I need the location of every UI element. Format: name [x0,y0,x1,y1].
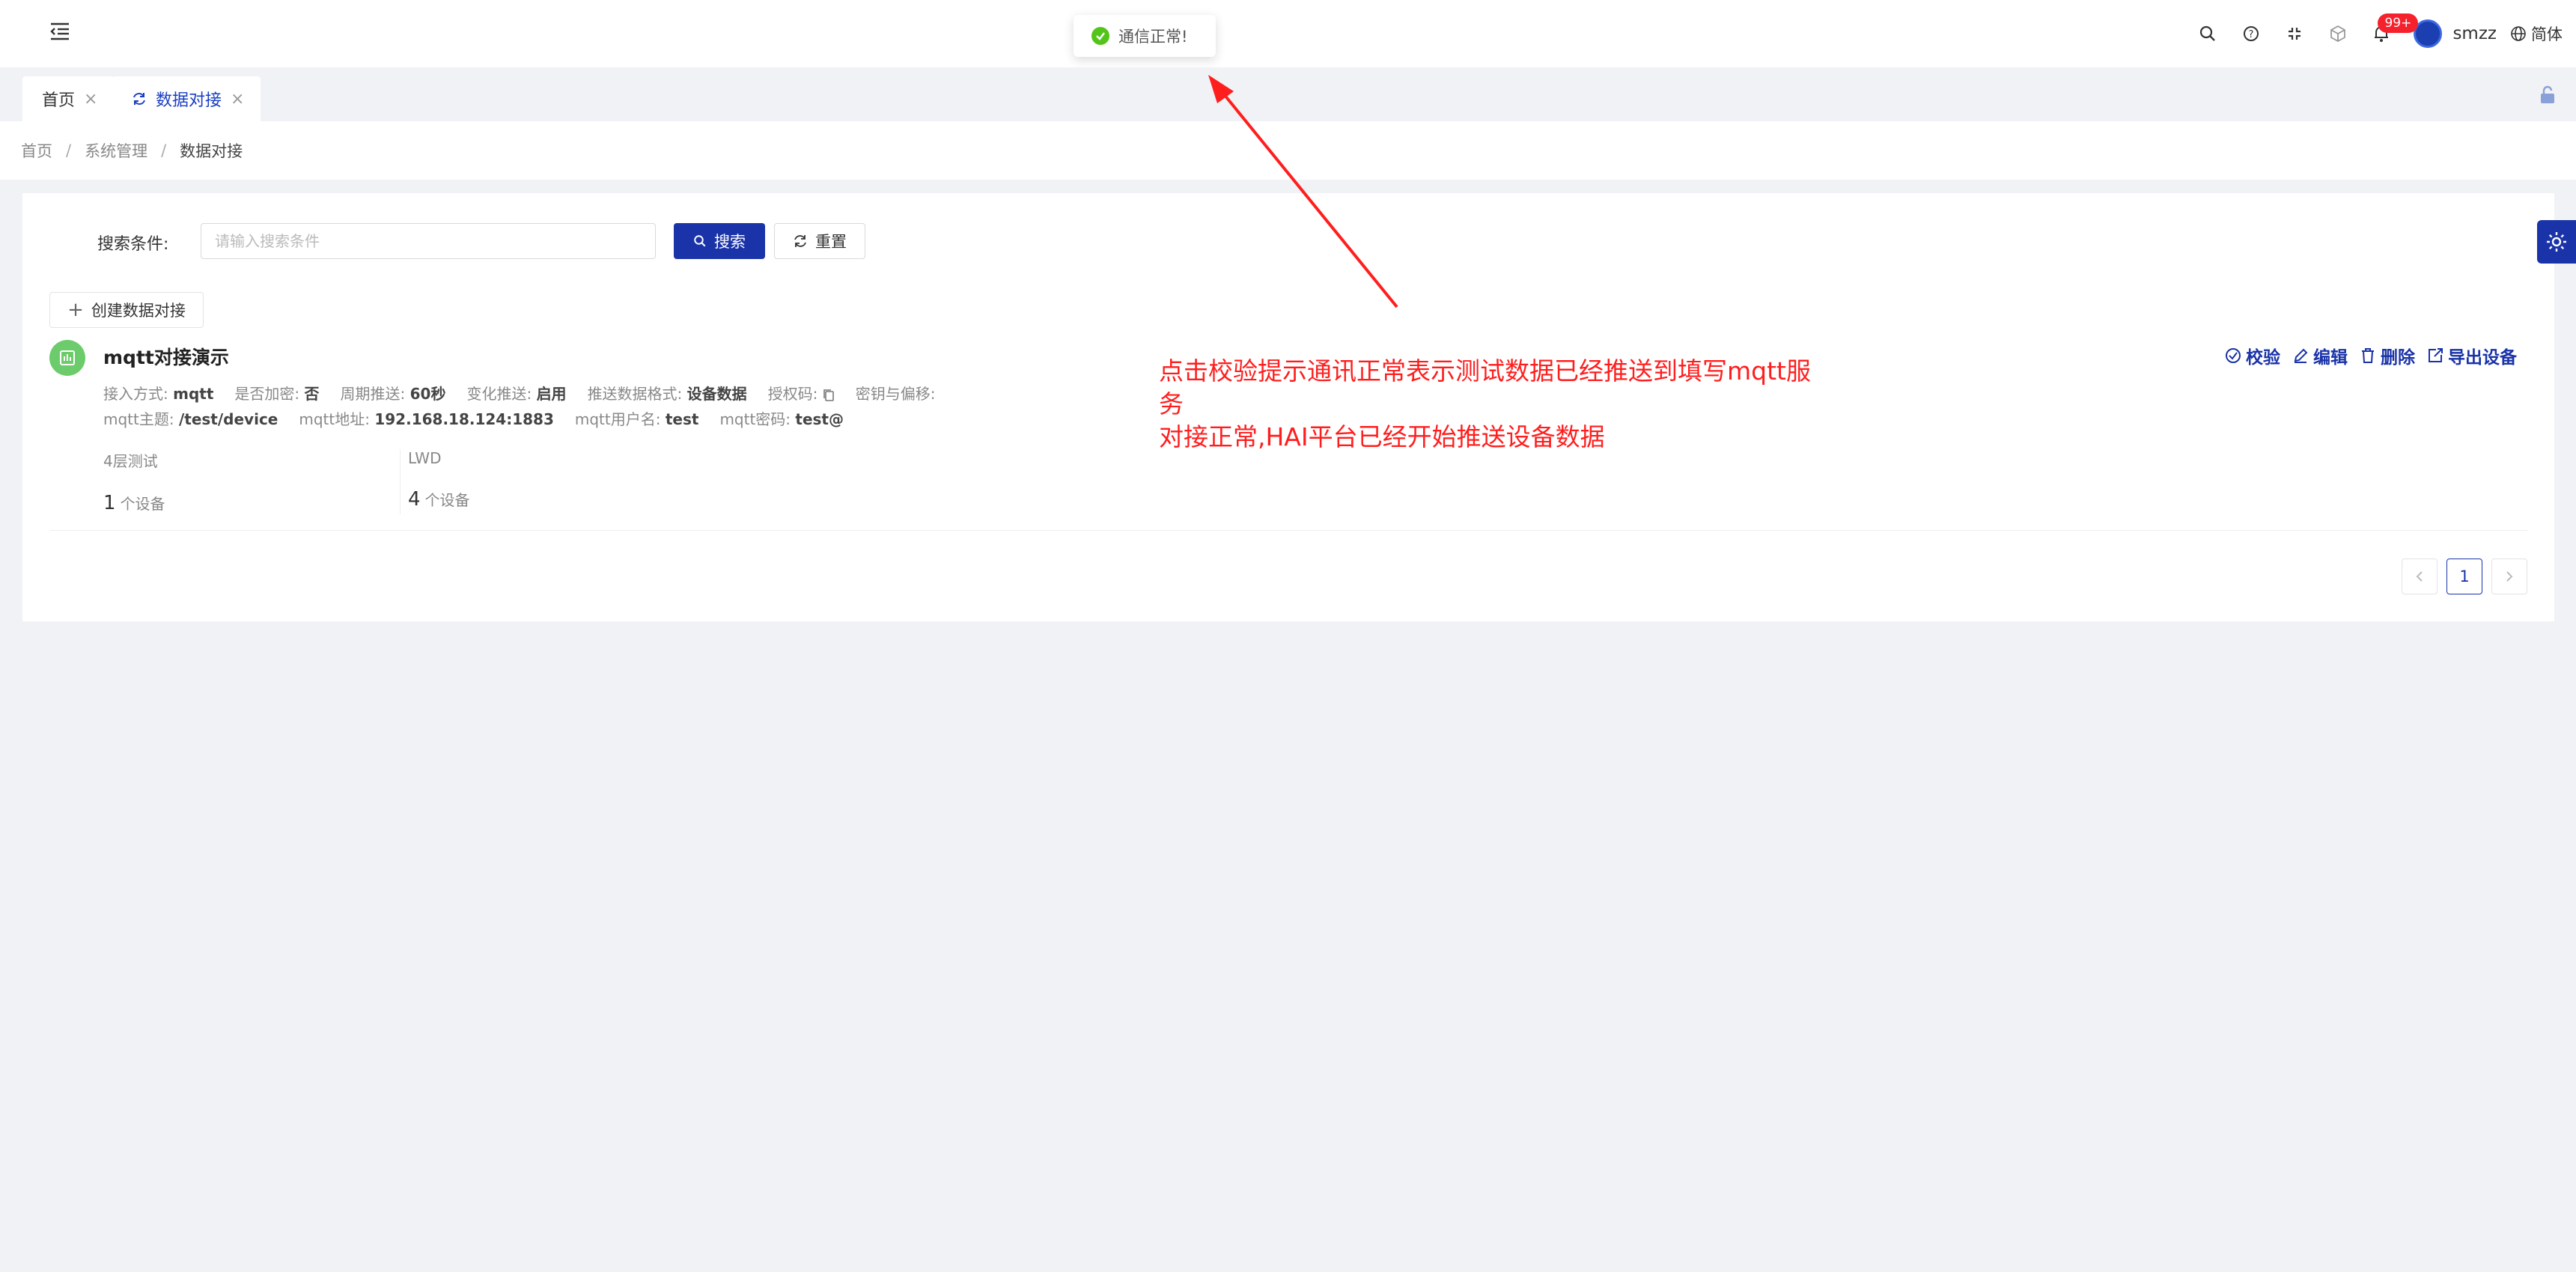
meta-mqtt-username: mqtt用户名: test [574,410,699,428]
success-toast: 通信正常! [1074,15,1216,57]
device-group[interactable]: LWD 4 个设备 [400,449,696,514]
breadcrumb: 首页 / 系统管理 / 数据对接 [0,121,2576,180]
breadcrumb-separator: / [161,141,167,159]
header-toolbar: ? 99+ smzz 简体 [2186,0,2563,67]
search-button-label: 搜索 [714,233,746,251]
language-label: 简体 [2531,25,2563,43]
meta-period-push: 周期推送: 60秒 [340,385,446,403]
username: smzz [2452,24,2497,43]
breadcrumb-current: 数据对接 [180,142,243,160]
annotation-text: 点击校验提示通讯正常表示测试数据已经推送到填写mqtt服务 对接正常,HAI平台… [1159,355,1833,454]
meta-row: 接入方式: mqtt 是否加密: 否 周期推送: 60秒 变化推送: 启用 推送… [103,382,936,404]
plus-icon: + [67,299,84,321]
meta-encryption: 是否加密: 否 [234,385,320,403]
device-groups: 4层测试 1 个设备 LWD 4 个设备 [103,449,696,514]
close-icon[interactable]: × [231,90,244,109]
annotation-line: 点击校验提示通讯正常表示测试数据已经推送到填写mqtt服务 [1159,356,1811,419]
edit-button[interactable]: 编辑 [2292,343,2348,368]
language-switcher[interactable]: 简体 [2510,22,2563,45]
group-count: 1 个设备 [103,492,165,514]
user-menu[interactable]: smzz [2414,19,2497,48]
export-icon [2429,348,2443,362]
export-devices-button[interactable]: 导出设备 [2427,343,2517,368]
reset-button-label: 重置 [815,233,847,251]
group-count: 4 个设备 [408,488,470,511]
search-icon[interactable] [2186,12,2229,55]
meta-mqtt-address: mqtt地址: 192.168.18.124:1883 [299,410,554,428]
copy-icon[interactable] [823,389,835,402]
delete-label: 删除 [2381,348,2415,368]
verify-button[interactable]: 校验 [2225,343,2280,368]
search-label: 搜索条件: [97,235,169,254]
create-button-label: 创建数据对接 [91,302,186,320]
meta-access-method: 接入方式: mqtt [103,385,214,403]
integration-icon [49,340,85,376]
meta-auth-code: 授权码: [768,382,835,404]
close-icon[interactable]: × [84,90,97,109]
check-circle-icon [1091,27,1109,45]
settings-button[interactable] [2537,220,2576,264]
device-group[interactable]: 4层测试 1 个设备 [103,449,400,514]
notification-bell[interactable]: 99+ [2360,12,2419,55]
integration-title[interactable]: mqtt对接演示 [103,343,229,370]
tabs-bar: 首页 × 数据对接 × [0,67,2576,121]
refresh-icon [133,93,145,105]
refresh-icon [794,235,806,247]
search-button[interactable]: 搜索 [674,223,765,259]
group-name: 4层测试 [103,452,158,470]
delete-button[interactable]: 删除 [2360,343,2415,368]
reset-button[interactable]: 重置 [774,223,865,259]
tab-data-integration[interactable]: 数据对接 × [112,76,261,121]
chevron-left-icon [2416,571,2423,582]
menu-fold-icon[interactable] [46,18,73,45]
export-label: 导出设备 [2448,348,2517,368]
tab-home[interactable]: 首页 × [22,76,115,121]
tab-label: 首页 [42,91,76,110]
tab-label: 数据对接 [156,91,222,110]
breadcrumb-item[interactable]: 首页 [21,139,52,162]
svg-text:?: ? [2249,29,2254,40]
notification-badge: 99+ [2378,13,2419,33]
edit-label: 编辑 [2313,348,2348,368]
create-integration-button[interactable]: + 创建数据对接 [49,292,204,328]
group-name: LWD [408,449,442,467]
check-circle-icon [2226,348,2241,363]
globe-icon [2511,26,2526,41]
search-input[interactable] [201,223,656,259]
chevron-right-icon [2506,571,2513,582]
divider [49,530,2527,531]
edit-icon [2294,348,2308,363]
gear-icon [2547,232,2566,252]
breadcrumb-item[interactable]: 系统管理 [85,139,147,162]
annotation-arrow [1208,75,1398,308]
meta-mqtt-password: mqtt密码: test@ [719,410,844,428]
help-icon[interactable]: ? [2229,12,2273,55]
lock-icon[interactable] [2539,85,2557,109]
page-button[interactable]: 1 [2446,559,2482,594]
pagination: 1 [2402,559,2527,594]
search-icon [694,235,706,247]
prev-page-button[interactable] [2402,559,2438,594]
meta-change-push: 变化推送: 启用 [466,385,567,403]
trash-icon [2362,348,2374,363]
fullscreen-icon[interactable] [2273,12,2316,55]
toast-message: 通信正常! [1118,28,1188,46]
cube-icon[interactable] [2316,12,2360,55]
meta-mqtt-topic: mqtt主题: /test/device [103,410,278,428]
top-header: ? 99+ smzz 简体 [0,0,2576,67]
breadcrumb-separator: / [66,141,72,159]
meta-key-offset: 密钥与偏移: [855,385,936,403]
meta-data-format: 推送数据格式: 设备数据 [587,385,747,403]
avatar [2414,19,2443,48]
item-actions: 校验 编辑 删除 导出设备 [2225,343,2517,368]
annotation-line: 对接正常,HAI平台已经开始推送设备数据 [1159,422,1605,451]
meta-row: mqtt主题: /test/device mqtt地址: 192.168.18.… [103,407,844,429]
next-page-button[interactable] [2491,559,2527,594]
verify-label: 校验 [2246,348,2280,368]
